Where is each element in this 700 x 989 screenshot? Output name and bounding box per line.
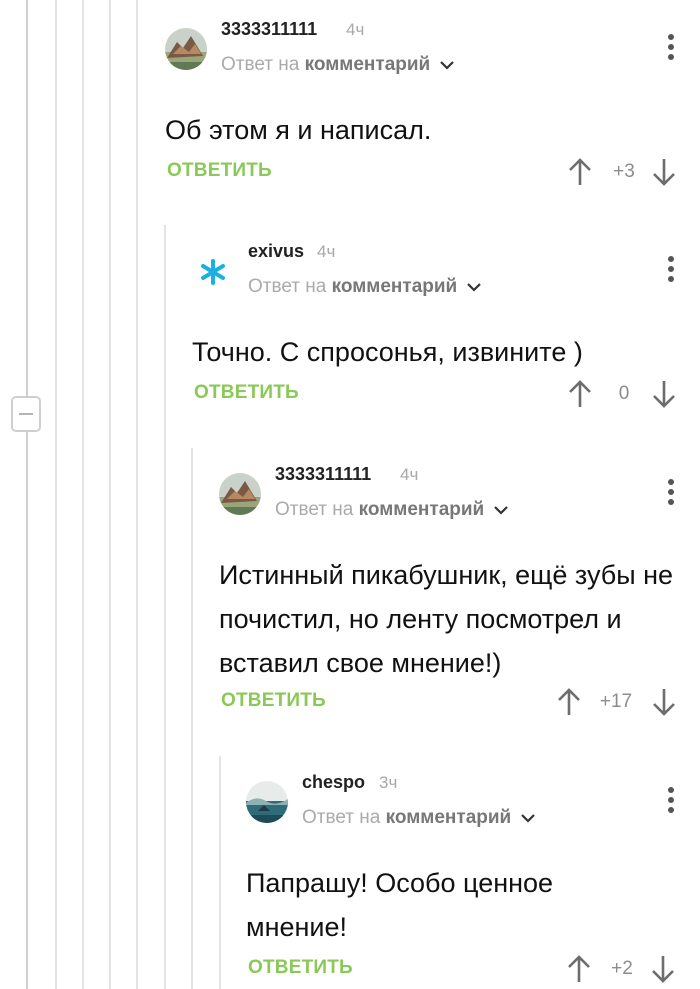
thread-line-1 (55, 0, 57, 989)
comment: chespo 3ч Ответ на комментарий Папрашу! … (246, 753, 700, 989)
reply-to-target[interactable]: комментарий (386, 807, 512, 828)
comment-score: 0 (618, 383, 630, 404)
downvote-arrow-icon[interactable] (651, 687, 677, 717)
reply-to-prefix: Ответ на (221, 54, 300, 75)
thread-line-root (26, 0, 28, 396)
comment-time: 4ч (400, 465, 419, 484)
downvote-arrow-icon[interactable] (650, 954, 676, 984)
asterisk-avatar-icon (201, 259, 225, 285)
reply-to-link[interactable]: Ответ на комментарий (302, 807, 535, 829)
user-avatar[interactable] (219, 473, 261, 515)
comment-text: Об этом я и написал. (165, 115, 432, 145)
reply-to-prefix: Ответ на (302, 807, 381, 828)
comment: 3333311111 4ч Ответ на комментарий Об эт… (165, 0, 700, 215)
comment-score: +17 (599, 691, 633, 712)
mountain-landscape-avatar-icon (219, 473, 261, 515)
more-options-icon[interactable] (668, 34, 674, 62)
thread-line-4 (136, 0, 138, 989)
thread-line-root-lower (26, 432, 28, 989)
thread-line-7 (219, 756, 221, 989)
upvote-arrow-icon[interactable] (566, 954, 592, 984)
comment-time: 4ч (317, 242, 336, 261)
reply-to-link[interactable]: Ответ на комментарий (275, 499, 508, 521)
comment-time: 4ч (346, 20, 365, 39)
comment-author[interactable]: 3333311111 (221, 19, 317, 40)
thread-line-2 (82, 0, 84, 989)
thread-line-6 (191, 448, 193, 989)
comment: exivus 4ч Ответ на комментарий Точно. С … (192, 222, 700, 437)
more-options-icon[interactable] (668, 256, 674, 284)
vote-controls: 0 (567, 379, 677, 409)
upvote-arrow-icon[interactable] (556, 687, 582, 717)
upvote-arrow-icon[interactable] (567, 157, 593, 187)
chevron-down-icon[interactable] (466, 282, 481, 292)
comment-author[interactable]: exivus (248, 241, 304, 262)
reply-button[interactable]: ОТВЕТИТЬ (248, 957, 353, 979)
comment-author[interactable]: chespo (302, 772, 365, 793)
comment-score: +3 (613, 161, 635, 182)
reply-to-target[interactable]: комментарий (332, 276, 458, 297)
vote-controls: +17 (556, 687, 677, 717)
user-avatar[interactable] (165, 28, 207, 70)
downvote-arrow-icon[interactable] (651, 379, 677, 409)
comment-time: 3ч (379, 773, 398, 792)
upvote-arrow-icon[interactable] (567, 379, 593, 409)
user-avatar[interactable] (246, 781, 288, 823)
reply-button[interactable]: ОТВЕТИТЬ (167, 160, 272, 182)
reply-to-target[interactable]: комментарий (359, 499, 485, 520)
vote-controls: +3 (567, 157, 677, 187)
collapse-thread-button[interactable] (11, 396, 41, 432)
vote-controls: +2 (566, 954, 676, 984)
thread-line-5 (164, 225, 166, 989)
more-options-icon[interactable] (668, 787, 674, 815)
reply-to-link[interactable]: Ответ на комментарий (248, 276, 481, 298)
reply-button[interactable]: ОТВЕТИТЬ (194, 382, 299, 404)
sea-landscape-avatar-icon (246, 781, 288, 823)
thread-line-3 (109, 0, 111, 989)
user-avatar[interactable] (192, 250, 234, 292)
comment-text: Папрашу! Особо ценное мнение! (246, 868, 554, 942)
reply-button[interactable]: ОТВЕТИТЬ (221, 690, 326, 712)
reply-to-prefix: Ответ на (248, 276, 327, 297)
chevron-down-icon[interactable] (439, 60, 454, 70)
reply-to-target[interactable]: комментарий (305, 54, 431, 75)
comment-author[interactable]: 3333311111 (275, 464, 371, 485)
mountain-landscape-avatar-icon (165, 28, 207, 70)
chevron-down-icon[interactable] (493, 505, 508, 515)
more-options-icon[interactable] (668, 479, 674, 507)
downvote-arrow-icon[interactable] (651, 157, 677, 187)
reply-to-prefix: Ответ на (275, 499, 354, 520)
comment: 3333311111 4ч Ответ на комментарий Истин… (219, 445, 700, 745)
comment-text: Точно. С спросонья, извините ) (192, 337, 583, 367)
comment-text: Истинный пикабушник, ещё зубы не почисти… (219, 560, 674, 678)
chevron-down-icon[interactable] (520, 813, 535, 823)
reply-to-link[interactable]: Ответ на комментарий (221, 54, 454, 76)
comment-score: +2 (611, 958, 633, 979)
